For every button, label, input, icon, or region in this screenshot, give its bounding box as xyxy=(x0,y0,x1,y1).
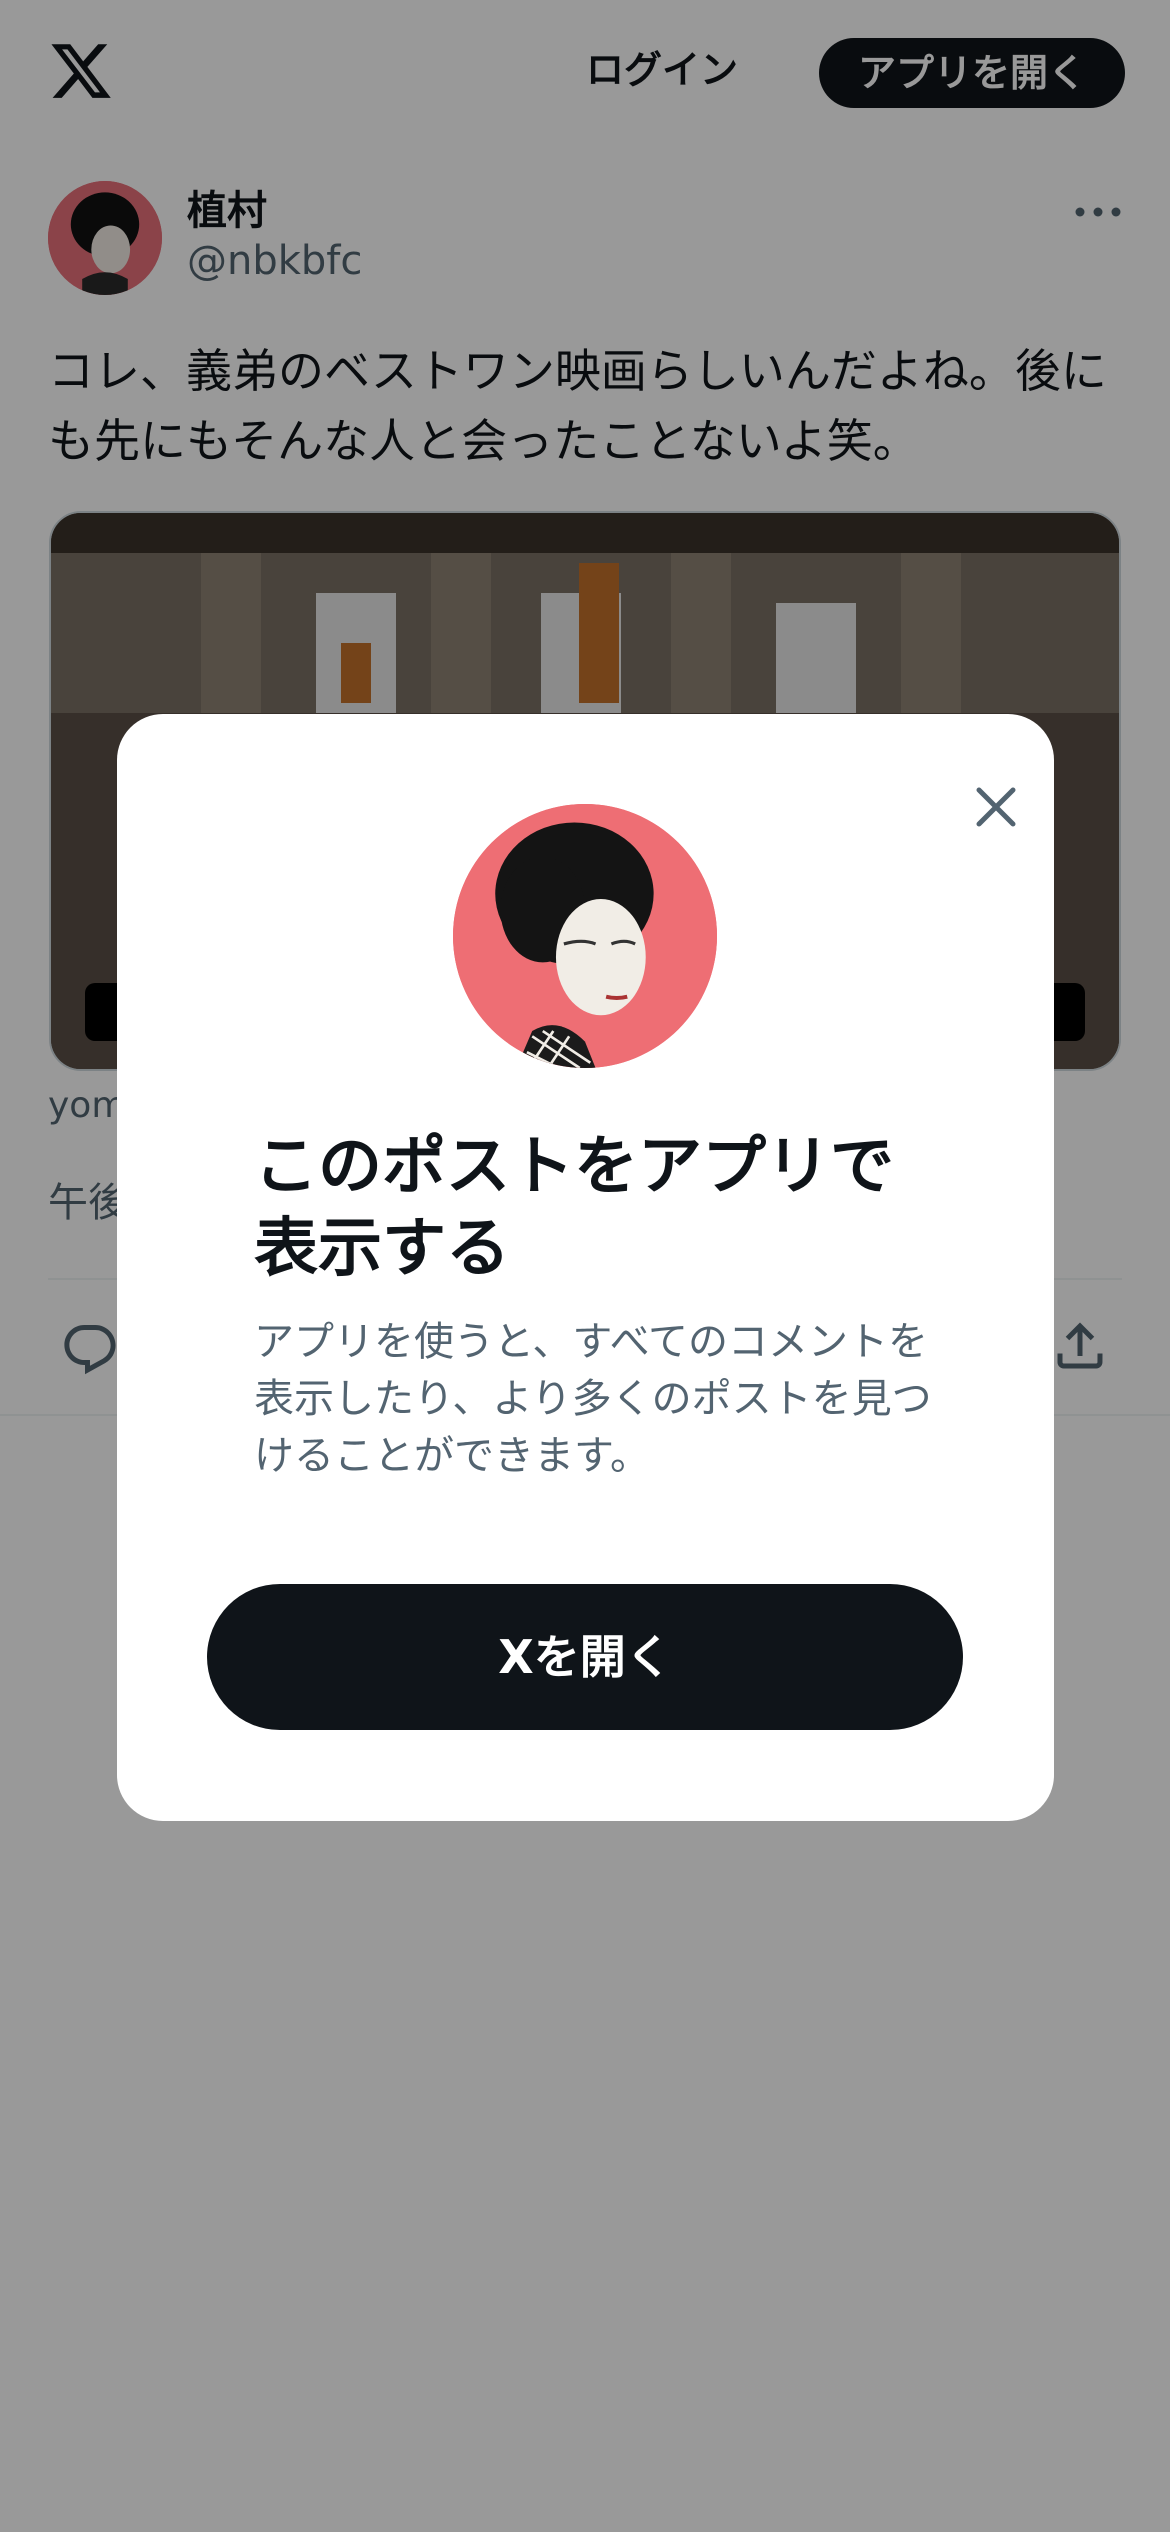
author-avatar-large xyxy=(453,804,717,1068)
open-x-button[interactable]: Xを開く xyxy=(207,1584,963,1730)
close-icon[interactable] xyxy=(953,764,1039,850)
modal-title: このポストをアプリで表示する xyxy=(254,1130,894,1286)
modal-description: アプリを使うと、すべてのコメントを表示したり、より多くのポストを見つけることがで… xyxy=(254,1319,932,1479)
open-in-app-modal: このポストをアプリで表示する アプリを使うと、すべてのコメントを表示したり、より… xyxy=(117,714,1054,1821)
